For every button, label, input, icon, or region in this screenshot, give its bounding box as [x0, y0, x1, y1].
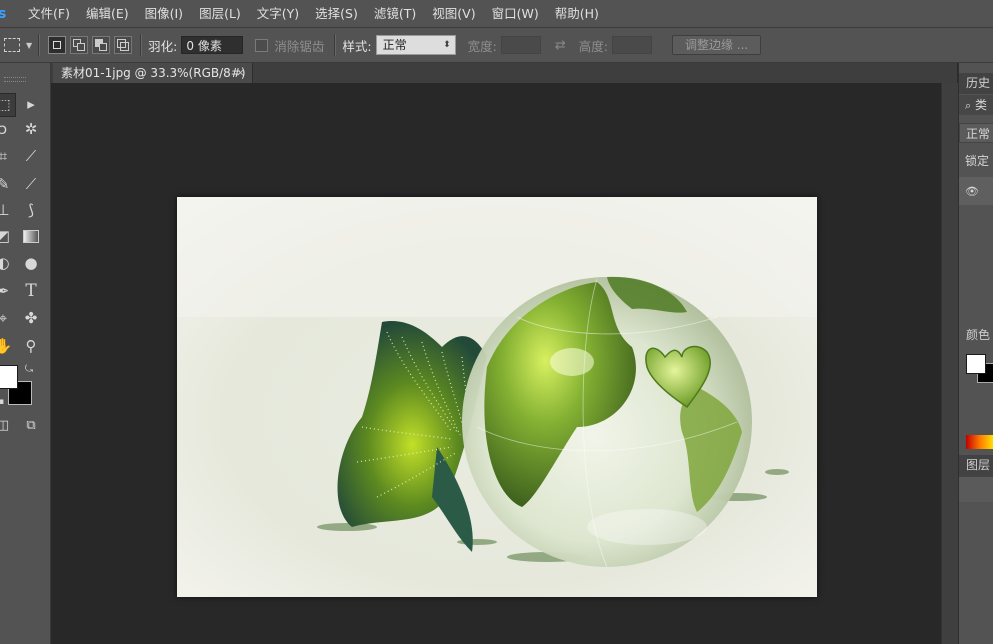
- layer-row[interactable]: 👁: [959, 177, 993, 205]
- chevron-down-icon[interactable]: ▼: [26, 41, 32, 50]
- document-image[interactable]: [177, 197, 817, 597]
- layers-panel-body: [959, 476, 993, 502]
- hand-tool-icon[interactable]: ✋: [0, 335, 14, 357]
- menu-window[interactable]: 窗口(W): [484, 0, 547, 27]
- zoom-tool-icon[interactable]: ⚲: [20, 335, 42, 357]
- style-select[interactable]: 正常 ⬍: [375, 35, 456, 55]
- lock-label: 锁定: [965, 154, 990, 168]
- custom-shape-tool-icon[interactable]: ✤: [20, 307, 42, 329]
- antialias-label: 消除锯齿: [274, 38, 325, 54]
- menu-bar: s 文件(F) 编辑(E) 图像(I) 图层(L) 文字(Y) 选择(S) 滤镜…: [0, 0, 993, 28]
- menu-filter[interactable]: 滤镜(T): [366, 0, 424, 27]
- width-input[interactable]: [500, 36, 541, 54]
- menu-edit[interactable]: 编辑(E): [78, 0, 137, 27]
- height-input[interactable]: [611, 36, 652, 54]
- clone-stamp-tool-icon[interactable]: ⊥: [0, 199, 14, 221]
- marquee-tool-preset-icon[interactable]: [4, 38, 20, 52]
- refine-edge-button[interactable]: 调整边缘 ...: [671, 35, 762, 55]
- layer-search-box[interactable]: ⌕ 类: [959, 95, 993, 115]
- vertical-scrollbar[interactable]: [941, 83, 958, 644]
- divider: [334, 34, 337, 56]
- right-panel-dock: 历史 ⌕ 类 正常 锁定 👁 颜色 图层: [958, 63, 993, 644]
- swap-icon[interactable]: ⇄: [555, 38, 566, 53]
- divider: [140, 34, 143, 56]
- type-tool-icon[interactable]: T: [20, 280, 42, 302]
- eraser-tool-icon[interactable]: ◩: [0, 225, 14, 247]
- style-select-value: 正常: [382, 38, 407, 52]
- history-brush-tool-icon[interactable]: ⟆: [20, 199, 42, 221]
- healing-brush-tool-icon[interactable]: ✎: [0, 173, 14, 195]
- layers-panel-tab[interactable]: 图层: [959, 455, 993, 476]
- pen-tool-icon[interactable]: ✒: [0, 280, 14, 302]
- subtract-from-selection-button[interactable]: [92, 36, 111, 54]
- blend-mode-select[interactable]: 正常: [959, 123, 993, 143]
- quick-mask-icon[interactable]: ◫: [0, 415, 14, 437]
- feather-input[interactable]: 0 像素: [181, 36, 244, 54]
- tools-panel: ⬚ ▸ ᴐ ✲ ⌗ ⟋ ✎ ⟋ ⊥ ⟆ ◩ ◐ ● ✒ T ⌖ ✤ ✋ ⚲ ⤿ …: [0, 63, 51, 644]
- document-tab[interactable]: 素材01-1jpg @ 33.3%(RGB/8#) ×: [53, 63, 253, 83]
- divider: [38, 34, 41, 56]
- foreground-color-swatch[interactable]: [0, 365, 18, 389]
- dodge-tool-icon[interactable]: ●: [20, 252, 42, 274]
- height-label: 高度:: [578, 38, 608, 54]
- path-selection-tool-icon[interactable]: ⌖: [0, 307, 14, 329]
- color-panel-tab[interactable]: 颜色: [959, 325, 993, 346]
- search-icon: ⌕: [965, 99, 972, 112]
- default-colors-icon[interactable]: ▪: [0, 391, 12, 413]
- width-label: 宽度:: [467, 38, 497, 54]
- menu-view[interactable]: 视图(V): [424, 0, 483, 27]
- antialias-checkbox[interactable]: [255, 38, 269, 52]
- add-to-selection-button[interactable]: [70, 36, 89, 54]
- close-icon[interactable]: ×: [236, 63, 245, 83]
- style-label: 样式:: [342, 38, 372, 54]
- blur-tool-icon[interactable]: ◐: [0, 252, 14, 274]
- document-tab-strip: 素材01-1jpg @ 33.3%(RGB/8#) ×: [51, 63, 957, 83]
- feather-label: 羽化:: [148, 38, 178, 54]
- eye-icon[interactable]: 👁: [965, 185, 979, 198]
- crop-tool-icon[interactable]: ⌗: [0, 145, 14, 167]
- screen-mode-icon[interactable]: ⧉: [20, 415, 42, 437]
- menu-image[interactable]: 图像(I): [137, 0, 191, 27]
- menu-help[interactable]: 帮助(H): [547, 0, 607, 27]
- eyedropper-tool-icon[interactable]: ⟋: [20, 145, 42, 167]
- globe-flower-photo: [177, 197, 817, 597]
- history-panel-tab[interactable]: 历史: [959, 73, 993, 94]
- photoshop-logo: s: [0, 5, 7, 22]
- color-ramp[interactable]: [966, 435, 993, 449]
- magic-wand-tool-icon[interactable]: ✲: [20, 118, 42, 140]
- options-bar: ▼ 羽化: 0 像素 消除锯齿 样式: 正常 ⬍ 宽度: ⇄ 高度: 调整边缘 …: [0, 28, 993, 63]
- menu-select[interactable]: 选择(S): [307, 0, 366, 27]
- menu-type[interactable]: 文字(Y): [249, 0, 307, 27]
- panel-foreground-swatch[interactable]: [966, 354, 986, 374]
- intersect-selection-button[interactable]: [114, 36, 133, 54]
- layer-search-kind: 类: [975, 98, 988, 112]
- updown-arrows-icon: ⬍: [443, 40, 451, 50]
- new-selection-button[interactable]: [48, 36, 67, 54]
- lasso-tool-icon[interactable]: ᴐ: [0, 118, 14, 140]
- brush-tool-icon[interactable]: ⟋: [20, 173, 42, 195]
- swap-colors-icon[interactable]: ⤿: [18, 359, 40, 381]
- document-tab-title: 素材01-1jpg @ 33.3%(RGB/8#): [61, 66, 246, 80]
- menu-layer[interactable]: 图层(L): [191, 0, 249, 27]
- panel-grip[interactable]: [4, 77, 26, 82]
- move-tool-icon[interactable]: ▸: [20, 93, 42, 115]
- gradient-tool-icon[interactable]: [20, 225, 42, 247]
- menu-file[interactable]: 文件(F): [20, 0, 78, 27]
- rect-marquee-tool-icon[interactable]: ⬚: [0, 93, 16, 117]
